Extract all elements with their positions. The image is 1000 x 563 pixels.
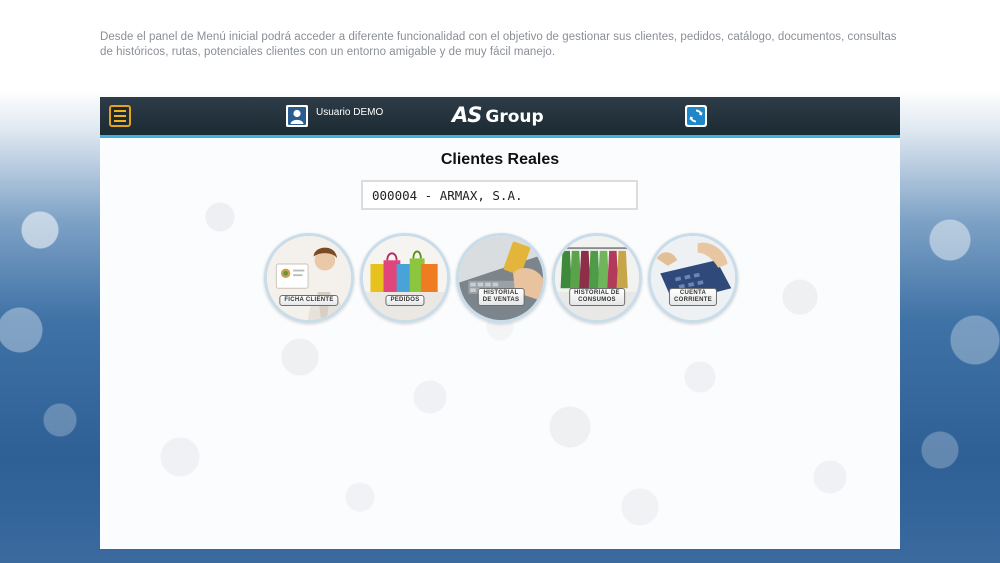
action-label: HISTORIAL DE VENTAS [477,288,525,306]
refresh-icon[interactable] [685,105,707,127]
as-group-logo: AS Group [452,103,544,129]
client-card-icon [267,236,351,320]
user-icon[interactable] [286,105,308,127]
user-label: Usuario DEMO [316,107,384,118]
app-window: Usuario DEMO AS Group Clientes Reales 00… [100,97,900,549]
hamburger-menu-icon[interactable] [109,105,131,127]
action-label: FICHA CLIENTE [279,295,339,306]
page-title: Clientes Reales [440,151,560,168]
card-payment-icon [459,236,543,320]
clothing-rack-icon [555,236,639,320]
action-label: CUENTA CORRIENTE [668,288,718,306]
cuenta-corriente-button[interactable]: CUENTA CORRIENTE [648,233,738,323]
action-buttons: FICHA CLIENTE PEDIDOS HISTORIAL DE VENTA… [264,233,738,323]
calculator-icon [651,236,735,320]
client-selector-field[interactable]: 000004 - ARMAX, S.A. [361,180,638,210]
ficha-cliente-button[interactable]: FICHA CLIENTE [264,233,354,323]
pedidos-button[interactable]: PEDIDOS [360,233,450,323]
logo-as: AS [452,103,482,127]
historial-consumos-button[interactable]: HISTORIAL DE CONSUMOS [552,233,642,323]
action-label: HISTORIAL DE CONSUMOS [569,288,625,306]
intro-text: Desde el panel de Menú inicial podrá acc… [100,31,897,58]
logo-group: Group [485,107,544,127]
top-bar: Usuario DEMO AS Group [100,97,900,138]
shopping-bags-icon [363,236,447,320]
historial-ventas-button[interactable]: HISTORIAL DE VENTAS [456,233,546,323]
action-label: PEDIDOS [385,295,425,306]
